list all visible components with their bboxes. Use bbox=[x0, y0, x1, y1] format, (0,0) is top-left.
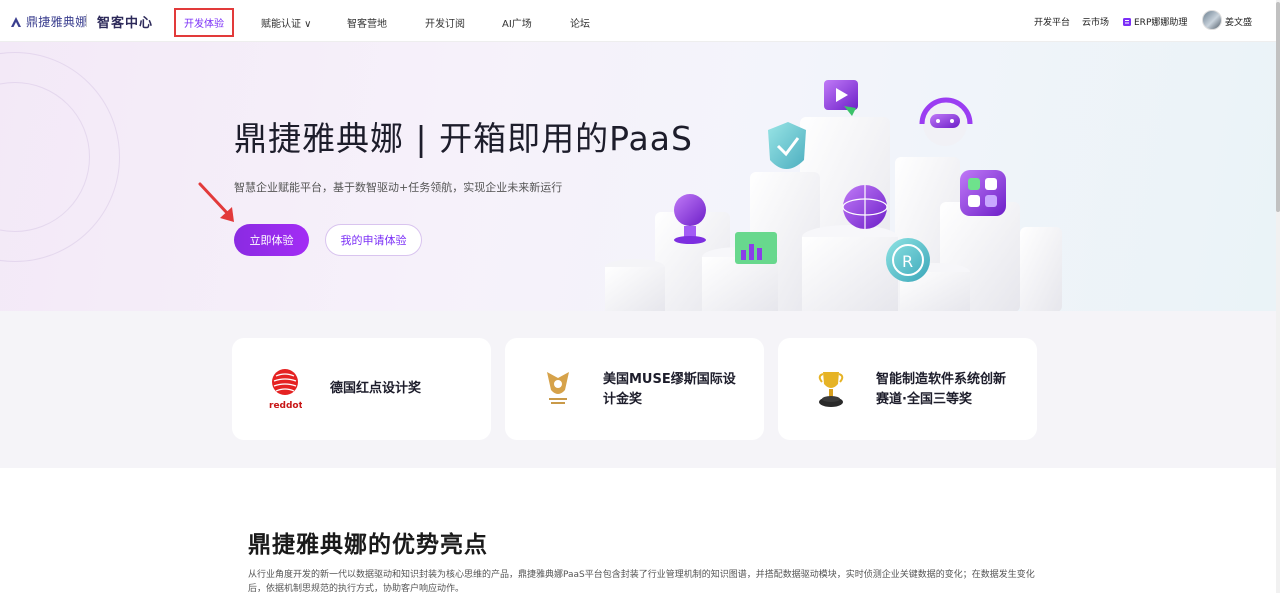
user-avatar[interactable] bbox=[1202, 10, 1222, 30]
scrollbar-thumb[interactable] bbox=[1276, 2, 1280, 212]
top-nav: 鼎捷雅典娜 智客中心 开发体验 赋能认证 ∨ 智客营地 开发订阅 AI广场 论坛… bbox=[0, 0, 1276, 42]
hero-banner: 鼎捷雅典娜 | 开箱即用的PaaS 智慧企业赋能平台，基于数智驱动+任务领航，实… bbox=[0, 42, 1276, 311]
award-title: 美国MUSE缪斯国际设计金奖 bbox=[603, 372, 736, 407]
subbrand-name[interactable]: 智客中心 bbox=[97, 12, 153, 31]
assistant-label: ERP娜娜助理 bbox=[1134, 18, 1188, 28]
svg-text:R: R bbox=[902, 252, 913, 271]
globe-www-icon bbox=[842, 185, 888, 229]
brand-name: 鼎捷雅典娜 bbox=[26, 15, 88, 29]
award-title: 德国红点设计奖 bbox=[330, 381, 422, 396]
robot-head-icon bbox=[919, 97, 973, 146]
decor-ring bbox=[0, 52, 120, 262]
advantages-title: 鼎捷雅典娜的优势亮点 bbox=[248, 532, 488, 558]
trophy-icon bbox=[818, 372, 844, 407]
nav-item-camp[interactable]: 智客营地 bbox=[347, 15, 387, 30]
brand-logo[interactable]: 鼎捷雅典娜 bbox=[10, 13, 88, 30]
muse-awards-icon bbox=[547, 372, 569, 404]
awards-section: reddot 德国红点设计奖 美国MUSE缪斯国际设计金奖 智能制造软件系统创新… bbox=[0, 311, 1276, 468]
my-applications-button[interactable]: 我的申请体验 bbox=[325, 224, 422, 256]
app-grid-icon bbox=[960, 170, 1006, 216]
advantages-description: 从行业角度开发的新一代以数据驱动和知识封装为核心思维的产品，鼎捷雅典娜PaaS平… bbox=[248, 570, 1035, 594]
award-card: 智能制造软件系统创新赛道·全国三等奖 bbox=[778, 338, 1037, 440]
award-card: reddot 德国红点设计奖 bbox=[232, 338, 491, 440]
registered-icon: R bbox=[886, 238, 930, 282]
shield-icon bbox=[768, 122, 806, 169]
hero-subtitle: 智慧企业赋能平台，基于数智驱动+任务领航，实现企业未来新运行 bbox=[234, 181, 563, 194]
award-title: 智能制造软件系统创新赛道·全国三等奖 bbox=[876, 372, 1007, 407]
nav-item-certification[interactable]: 赋能认证 ∨ bbox=[261, 15, 312, 30]
reddot-logo-icon: reddot bbox=[269, 369, 302, 410]
nav-item-forum[interactable]: 论坛 bbox=[570, 15, 590, 30]
user-name[interactable]: 姜文盛 bbox=[1225, 15, 1252, 28]
svg-text:reddot: reddot bbox=[269, 401, 302, 410]
assistant-icon bbox=[1123, 17, 1131, 26]
cloud-market-link[interactable]: 云市场 bbox=[1082, 15, 1109, 28]
award-card: 美国MUSE缪斯国际设计金奖 bbox=[505, 338, 764, 440]
nav-item-dev-experience[interactable]: 开发体验 bbox=[174, 8, 234, 37]
nav-item-subscription[interactable]: 开发订阅 bbox=[425, 15, 465, 30]
red-arrow-annotation bbox=[198, 182, 234, 222]
dev-platform-link[interactable]: 开发平台 bbox=[1034, 15, 1070, 28]
nav-item-ai-plaza[interactable]: AI广场 bbox=[502, 15, 532, 30]
brand-divider bbox=[86, 14, 87, 27]
hero-illustration: R bbox=[605, 80, 1062, 311]
chart-board-icon bbox=[735, 232, 777, 264]
page-scrollbar[interactable] bbox=[1276, 0, 1280, 593]
assistant-link[interactable]: ERP娜娜助理 bbox=[1122, 15, 1187, 28]
athena-logo-icon bbox=[11, 16, 21, 27]
try-now-button[interactable]: 立即体验 bbox=[234, 224, 309, 256]
play-card-icon bbox=[824, 80, 858, 116]
